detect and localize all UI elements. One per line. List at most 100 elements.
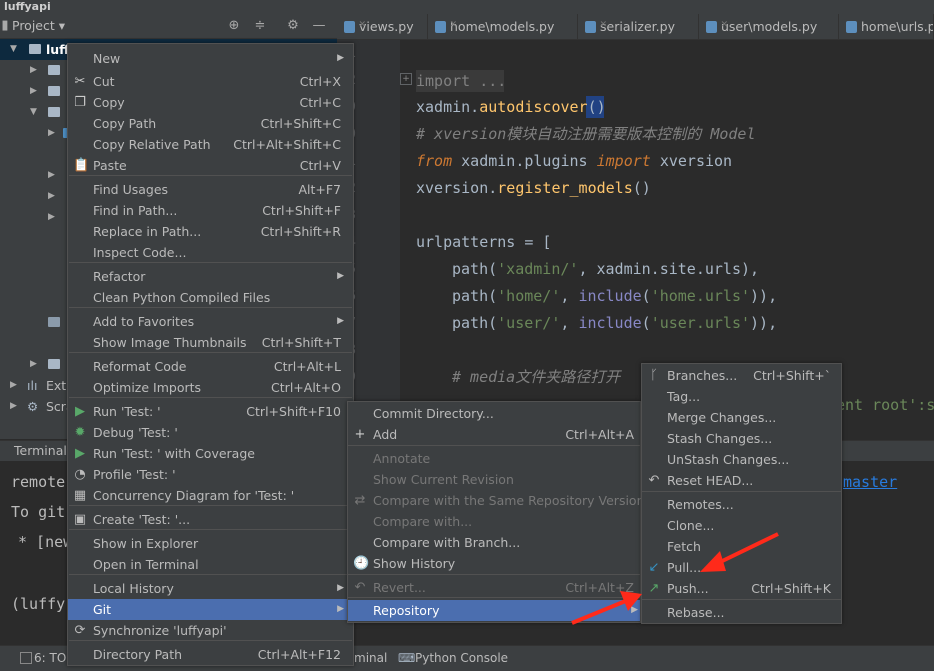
menu-item-run-test-with-coverage[interactable]: ▶ Run 'Test: ' with Coverage [68,443,353,464]
chevron-right-icon[interactable]: ▶ [48,165,58,186]
menu-item-run-test[interactable]: ▶ Run 'Test: ' Ctrl+Shift+F10 [68,401,353,422]
close-icon[interactable]: ✕ [359,14,366,34]
menu-item-refactor[interactable]: Refactor ▶ [68,266,353,287]
chevron-down-icon[interactable]: ▼ [10,39,20,60]
menu-item-show-in-explorer[interactable]: Show in Explorer [68,533,353,554]
menu-item-label: Annotate [373,451,431,466]
code-line: from xadmin.plugins import xversion [416,152,733,170]
terminal-tab[interactable]: minal [354,646,387,671]
menu-item-create-test[interactable]: ▣ Create 'Test: '... [68,509,353,530]
tab-views-py[interactable]: views.py ✕ [337,14,428,40]
menu-item-debug-test[interactable]: ✹ Debug 'Test: ' [68,422,353,443]
menu-item-label: Merge Changes... [667,410,777,425]
git-menu-item-annotate[interactable]: Annotate [348,448,640,469]
menu-separator [69,505,352,506]
repo-menu-item-tag[interactable]: Tag... [642,386,841,407]
repo-menu-item-push[interactable]: ↗ Push... Ctrl+Shift+K [642,578,841,599]
chevron-right-icon[interactable]: ▶ [30,60,40,81]
tab-serializer-py[interactable]: serializer.py ✕ [578,14,699,40]
repo-menu-item-remotes[interactable]: Remotes... [642,494,841,515]
repo-menu-item-clone[interactable]: Clone... [642,515,841,536]
chevron-down-icon[interactable]: ▼ [30,102,40,123]
git-menu-item-compare-with-the-same-repository-version[interactable]: ⇄ Compare with the Same Repository Versio… [348,490,645,511]
menu-item-new[interactable]: New ▶ [68,48,353,69]
chevron-right-icon[interactable]: ▶ [30,81,40,102]
git-menu-item-add[interactable]: + Add Ctrl+Alt+A [348,424,640,445]
menu-separator [69,397,352,398]
project-view-dropdown[interactable]: Project ▾ [12,18,65,33]
close-icon[interactable]: ✕ [450,14,457,34]
repo-menu-item-unstash-changes[interactable]: UnStash Changes... [642,449,841,470]
menu-item-find-usages[interactable]: Find Usages Alt+F7 [68,179,353,200]
menu-item-add-to-favorites[interactable]: Add to Favorites ▶ [68,311,353,332]
concurrency-diagram-for-test-icon: ▦ [73,488,87,503]
menu-item-reformat-code[interactable]: Reformat Code Ctrl+Alt+L [68,356,353,377]
git-menu-item-show-history[interactable]: 🕘 Show History [348,553,640,574]
tab-home-models-py[interactable]: home\models.py ✕ [428,14,578,40]
menu-item-copy-relative-path[interactable]: Copy Relative Path Ctrl+Alt+Shift+C [68,134,353,155]
repo-menu-item-branches[interactable]: ᚴ Branches... Ctrl+Shift+` [642,365,841,386]
close-icon[interactable]: ✕ [600,14,607,34]
git-menu-item-commit-directory[interactable]: Commit Directory... [348,403,640,424]
menu-item-copy[interactable]: ❐ Copy Ctrl+C [68,92,353,113]
menu-item-label: Find Usages [93,182,169,197]
menu-item-copy-path[interactable]: Copy Path Ctrl+Shift+C [68,113,353,134]
menu-item-find-in-path[interactable]: Find in Path... Ctrl+Shift+F [68,200,353,221]
repo-menu-item-merge-changes[interactable]: Merge Changes... [642,407,841,428]
menu-item-optimize-imports[interactable]: Optimize Imports Ctrl+Alt+O [68,377,353,398]
repo-menu-item-reset-head[interactable]: ↶ Reset HEAD... [642,470,841,491]
git-menu-item-show-current-revision[interactable]: Show Current Revision [348,469,640,490]
code-line: path('xadmin/', xadmin.site.urls), [452,260,760,278]
chevron-right-icon[interactable]: ▶ [48,123,58,144]
terminal-line: * [new [18,533,73,551]
menu-item-local-history[interactable]: Local History ▶ [68,578,353,599]
collapse-all-icon[interactable]: ≑ [253,19,267,33]
menu-item-git[interactable]: Git ▶ [68,599,353,620]
menu-item-paste[interactable]: 📋 Paste Ctrl+V [68,155,353,176]
todo-icon [20,652,32,664]
menu-item-label: New [93,51,121,66]
code-line: path('home/', include('home.urls')), [452,287,778,305]
chevron-right-icon[interactable]: ▶ [48,186,58,207]
menu-item-label: Stash Changes... [667,431,773,446]
python-console-icon: ⌨ [398,651,416,665]
menu-item-inspect-code[interactable]: Inspect Code... [68,242,353,263]
repo-menu-item-rebase[interactable]: Rebase... [642,602,841,623]
menu-item-label: Push... [667,581,709,596]
chevron-right-icon[interactable]: ▶ [30,354,40,375]
close-icon[interactable]: ✕ [721,14,728,34]
menu-item-clean-python-compiled-files[interactable]: Clean Python Compiled Files [68,287,353,308]
python-console-tab[interactable]: Python Console [415,646,508,671]
gear-icon[interactable]: ⚙ [286,19,300,33]
tab-home-urls-py[interactable]: home\urls.py [839,14,934,40]
locate-icon[interactable]: ⊕ [227,19,241,33]
repo-menu-item-stash-changes[interactable]: Stash Changes... [642,428,841,449]
chevron-right-icon[interactable]: ▶ [10,375,20,396]
terminal-link[interactable]: master [843,473,897,491]
python-file-icon [344,21,355,33]
menu-item-replace-in-path[interactable]: Replace in Path... Ctrl+Shift+R [68,221,353,242]
menu-item-synchronize-luffyapi[interactable]: ⟳ Synchronize 'luffyapi' [68,620,353,641]
repo-menu-item-pull[interactable]: ↙ Pull... [642,557,841,578]
fold-toggle-icon[interactable]: + [400,73,412,85]
menu-item-label: Run 'Test: ' [93,404,161,419]
chevron-right-icon[interactable]: ▶ [48,207,58,228]
git-menu-item-compare-with[interactable]: Compare with... [348,511,640,532]
menu-item-label: Reformat Code [93,359,187,374]
hide-panel-icon[interactable]: — [312,19,326,33]
menu-item-profile-test[interactable]: ◔ Profile 'Test: ' [68,464,353,485]
menu-item-concurrency-diagram-for-test[interactable]: ▦ Concurrency Diagram for 'Test: ' [68,485,353,506]
menu-item-directory-path[interactable]: Directory Path Ctrl+Alt+F12 [68,644,353,665]
reset-head-icon: ↶ [648,473,660,488]
menu-item-open-in-terminal[interactable]: Open in Terminal [68,554,353,575]
git-menu-item-revert[interactable]: ↶ Revert... Ctrl+Alt+Z [348,577,640,598]
git-menu-item-compare-with-branch[interactable]: Compare with Branch... [348,532,640,553]
code-line: ent root':s [836,396,934,414]
tab-user-models-py[interactable]: user\models.py ✕ [699,14,839,40]
menu-item-cut[interactable]: ✂ Cut Ctrl+X [68,71,353,92]
chevron-right-icon[interactable]: ▶ [10,396,20,417]
repo-menu-item-fetch[interactable]: Fetch [642,536,841,557]
terminal-line: (luffy [11,595,66,613]
menu-item-show-image-thumbnails[interactable]: Show Image Thumbnails Ctrl+Shift+T [68,332,353,353]
git-menu-item-repository[interactable]: Repository ▶ [348,600,640,621]
